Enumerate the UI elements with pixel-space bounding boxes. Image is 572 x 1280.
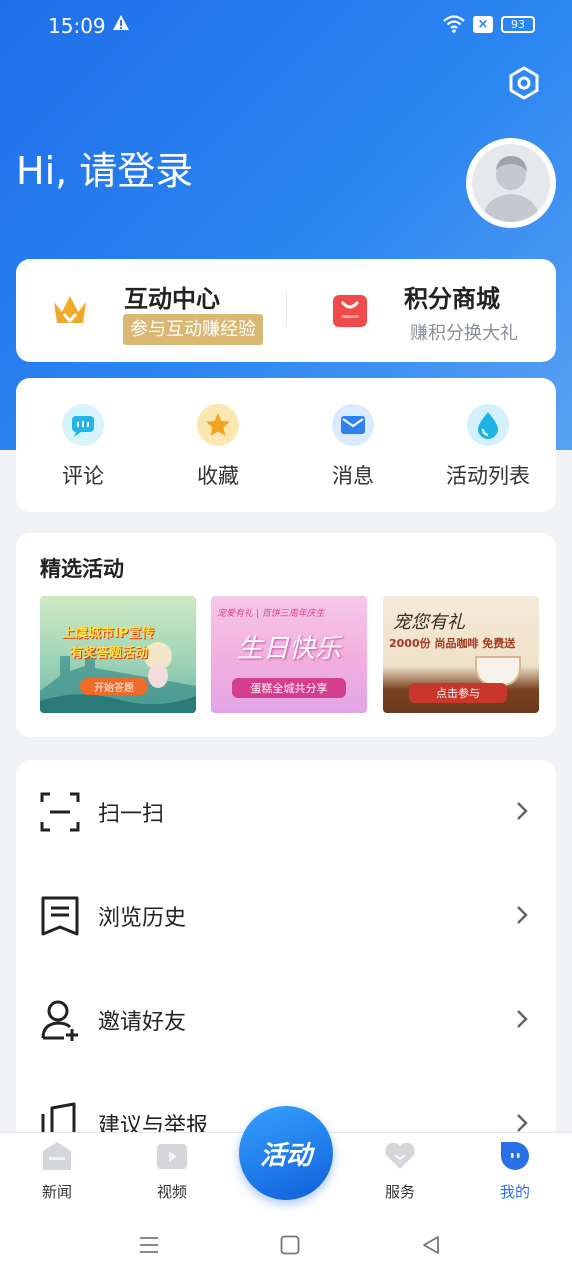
activity-banner-1[interactable]: 上虞城市IP宣传 有奖答题活动 开始答题: [40, 596, 196, 713]
news-icon: [40, 1139, 74, 1173]
mail-icon: [332, 404, 374, 446]
avatar-placeholder-icon: [472, 144, 550, 222]
menu-lines-icon[interactable]: [138, 1234, 160, 1256]
menu-item-label: 邀请好友: [98, 1010, 187, 1035]
battery-icon: 93: [501, 16, 535, 33]
quick-action-label: 评论: [62, 464, 104, 488]
tab-service[interactable]: 服务: [360, 1139, 440, 1202]
tab-news[interactable]: 新闻: [17, 1139, 97, 1202]
points-mall-title: 积分商城: [404, 285, 500, 313]
status-bar: 15:09 × 93: [0, 0, 572, 52]
heart-icon: [383, 1139, 417, 1173]
system-navigation-bar: [0, 1212, 572, 1280]
banner-headline: 宠您有礼: [393, 612, 465, 633]
quick-action-activity-list[interactable]: 活动列表: [428, 404, 548, 490]
points-mall-entry[interactable]: 积分商城 赚积分换大礼: [287, 259, 556, 362]
banner-button: 点击参与: [409, 683, 507, 703]
warning-icon: [113, 15, 129, 30]
coffee-cup-icon: [475, 656, 521, 686]
menu-item-invite[interactable]: 邀请好友: [16, 968, 556, 1072]
avatar[interactable]: [466, 138, 556, 228]
banner-subline: 生日快乐: [236, 634, 341, 664]
comment-icon: [62, 404, 104, 446]
banner-button: 开始答题: [80, 678, 148, 695]
banner-subline: 有奖答题活动: [70, 646, 149, 661]
tab-video[interactable]: 视频: [132, 1139, 212, 1202]
video-icon: [155, 1139, 189, 1173]
menu-item-label: 浏览历史: [98, 906, 187, 931]
shopping-bag-icon: [333, 295, 367, 327]
tab-label: 我的: [499, 1183, 530, 1201]
profile-icon: [498, 1139, 532, 1173]
status-time: 15:09: [48, 14, 106, 38]
star-icon: [197, 404, 239, 446]
quick-action-label: 收藏: [197, 464, 239, 488]
interaction-badge: 参与互动赚经验: [123, 314, 263, 345]
chevron-right-icon: [517, 906, 528, 924]
activity-center-button[interactable]: 活动: [239, 1106, 333, 1200]
quick-action-favorite[interactable]: 收藏: [158, 404, 278, 490]
quick-action-label: 活动列表: [446, 464, 530, 488]
back-triangle-icon[interactable]: [420, 1234, 442, 1256]
quick-actions-card: 评论 收藏 消息 活动列表: [16, 378, 556, 512]
quick-action-message[interactable]: 消息: [293, 404, 413, 490]
banner-subline: 2000份 尚品咖啡 免费送: [389, 637, 516, 650]
invite-friend-icon: [41, 1000, 78, 1041]
interaction-center-entry[interactable]: 互动中心 参与互动赚经验: [16, 259, 286, 362]
chevron-right-icon: [517, 802, 528, 820]
drop-icon: [467, 404, 509, 446]
crown-icon: [54, 296, 86, 323]
menu-item-label: 扫一扫: [98, 802, 165, 827]
menu-item-history[interactable]: 浏览历史: [16, 864, 556, 968]
banner-headline: 宠爱有礼 | 百饼三周年庆生: [217, 609, 325, 619]
home-square-icon[interactable]: [279, 1234, 301, 1256]
quick-action-label: 消息: [332, 464, 374, 488]
history-icon: [41, 896, 79, 936]
tab-label: 视频: [156, 1183, 187, 1201]
banner-button: 蛋糕全城共分享: [232, 678, 346, 698]
tab-label: 服务: [384, 1183, 415, 1201]
activity-banner-3[interactable]: 宠您有礼 2000份 尚品咖啡 免费送 点击参与: [383, 596, 539, 713]
settings-hexagon-icon[interactable]: [507, 66, 541, 100]
tab-mine[interactable]: 我的: [475, 1139, 555, 1202]
featured-activities-card: 精选活动 上虞城市IP宣传 有奖答题活动 开始答题 宠爱有礼 | 百饼三周年庆生…: [16, 533, 556, 737]
scan-icon: [40, 792, 80, 832]
chevron-right-icon: [517, 1010, 528, 1028]
points-mall-subtitle: 赚积分换大礼: [410, 323, 518, 344]
activity-button-label: 活动: [259, 1141, 312, 1171]
sim-off-icon: ×: [473, 16, 493, 33]
interaction-center-title: 互动中心: [124, 285, 220, 313]
quick-action-comment[interactable]: 评论: [23, 404, 143, 490]
wifi-icon: [443, 15, 465, 33]
tab-label: 新闻: [41, 1183, 72, 1201]
login-greeting[interactable]: Hi, 请登录: [16, 140, 193, 195]
top-entry-card: 互动中心 参与互动赚经验 积分商城 赚积分换大礼: [16, 259, 556, 362]
featured-activities-title: 精选活动: [40, 557, 124, 581]
banner-headline: 上虞城市IP宣传: [62, 626, 155, 641]
chevron-right-icon: [517, 1114, 528, 1132]
menu-item-scan[interactable]: 扫一扫: [16, 760, 556, 864]
activity-banner-2[interactable]: 宠爱有礼 | 百饼三周年庆生 生日快乐 蛋糕全城共分享: [211, 596, 367, 713]
